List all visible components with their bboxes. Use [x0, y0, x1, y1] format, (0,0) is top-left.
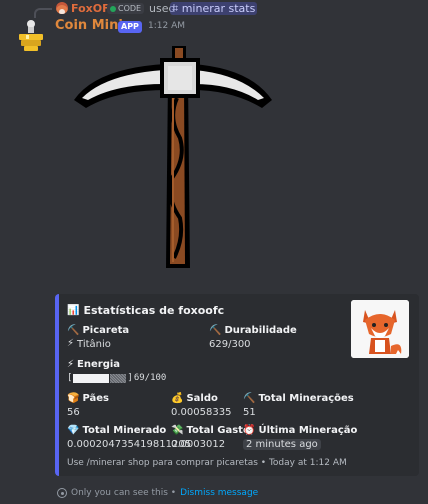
field-saldo-name: Saldo — [186, 393, 218, 404]
field-total-mineracoes: ⛏️ Total Minerações 51 — [243, 392, 354, 418]
pickaxe-image[interactable] — [56, 38, 290, 278]
pickaxe-icon: ⛏️ — [209, 324, 222, 336]
server-tag-label: CODE — [118, 4, 142, 13]
pickaxe-icon: ⛏️ — [243, 392, 256, 404]
server-tag[interactable]: CODE — [107, 3, 145, 14]
command-name: minerar stats — [181, 2, 256, 15]
message-timestamp: 1:12 AM — [148, 21, 185, 31]
diamond-icon: 💎 — [67, 424, 80, 436]
field-ultima-mineracao-value[interactable]: 2 minutes ago — [243, 438, 321, 450]
lightning-icon: ⚡ — [67, 358, 75, 370]
money-with-wings-icon: 💸 — [171, 424, 184, 436]
field-durabilidade: ⛏️ Durabilidade 629/300 — [209, 324, 297, 350]
field-energia: ⚡ Energia [ ] 69/100 — [67, 358, 166, 384]
user-avatar[interactable] — [56, 2, 68, 14]
chat-message-area: FoxOFC CODE used ⌗ minerar stats Coin Mi… — [0, 0, 428, 504]
energy-bar-close: ] — [127, 373, 133, 383]
energy-bar-empty — [110, 373, 127, 383]
field-saldo: 💰 Saldo 0.00058335 — [171, 392, 231, 418]
field-paes-value: 56 — [67, 406, 80, 418]
eye-icon — [57, 488, 67, 498]
field-total-gasto-value: 0.0003012 — [171, 438, 226, 450]
ephemeral-text: Only you can see this • — [71, 488, 177, 498]
ephemeral-notice: Only you can see this • Dismiss message — [57, 488, 258, 498]
command-icon: ⌗ — [172, 2, 179, 15]
alarm-clock-icon: ⏰ — [243, 424, 256, 436]
field-energia-value: 69/100 — [133, 373, 167, 383]
energy-bar-open: [ — [67, 373, 73, 383]
field-total-gasto-name: Total Gasto — [186, 425, 250, 436]
command-reply-line: FoxOFC CODE used ⌗ minerar stats — [0, 0, 428, 18]
field-durabilidade-name: Durabilidade — [224, 325, 297, 336]
stats-embed: 📊 Estatísticas de foxoofc ⛏️ Picareta ⚡ Ti… — [55, 294, 419, 476]
tag-icon — [110, 5, 116, 12]
reply-spine — [34, 8, 52, 18]
dismiss-message-link[interactable]: Dismiss message — [180, 488, 258, 498]
fox-thumbnail[interactable] — [351, 300, 409, 358]
embed-title: 📊 Estatísticas de foxoofc — [67, 304, 224, 317]
field-total-minerado-name: Total Minerado — [82, 425, 167, 436]
pickaxe-icon: ⛏️ — [67, 324, 80, 336]
energy-bar-fill — [73, 373, 110, 383]
field-durabilidade-value: 629/300 — [209, 338, 251, 350]
slash-command-mention[interactable]: ⌗ minerar stats — [170, 2, 258, 15]
field-total-gasto: 💸 Total Gasto 0.0003012 — [171, 424, 250, 450]
bot-avatar[interactable] — [16, 18, 46, 52]
lightning-icon: ⚡ — [67, 338, 75, 349]
field-saldo-value: 0.00058335 — [171, 406, 232, 418]
field-total-mineracoes-value: 51 — [243, 406, 256, 418]
field-paes: 🍞 Pães 56 — [67, 392, 109, 418]
app-badge: APP — [118, 21, 142, 33]
bar-chart-icon: 📊 — [67, 304, 80, 316]
money-bag-icon: 💰 — [171, 392, 184, 404]
field-picareta-value: Titânio — [77, 338, 111, 350]
field-picareta-name: Picareta — [82, 325, 130, 336]
field-picareta: ⛏️ Picareta ⚡ Titânio — [67, 324, 129, 350]
field-ultima-mineracao-name: Última Mineração — [258, 425, 358, 436]
field-total-mineracoes-name: Total Minerações — [258, 393, 354, 404]
field-paes-name: Pães — [82, 393, 109, 404]
field-energia-name: Energia — [77, 359, 121, 370]
energy-bar: [ ] 69/100 — [67, 372, 166, 384]
bread-icon: 🍞 — [67, 392, 80, 404]
embed-footer: Use /minerar shop para comprar picaretas… — [67, 458, 347, 468]
field-ultima-mineracao: ⏰ Última Mineração 2 minutes ago — [243, 424, 357, 450]
embed-title-text: Estatísticas de foxoofc — [83, 304, 225, 317]
